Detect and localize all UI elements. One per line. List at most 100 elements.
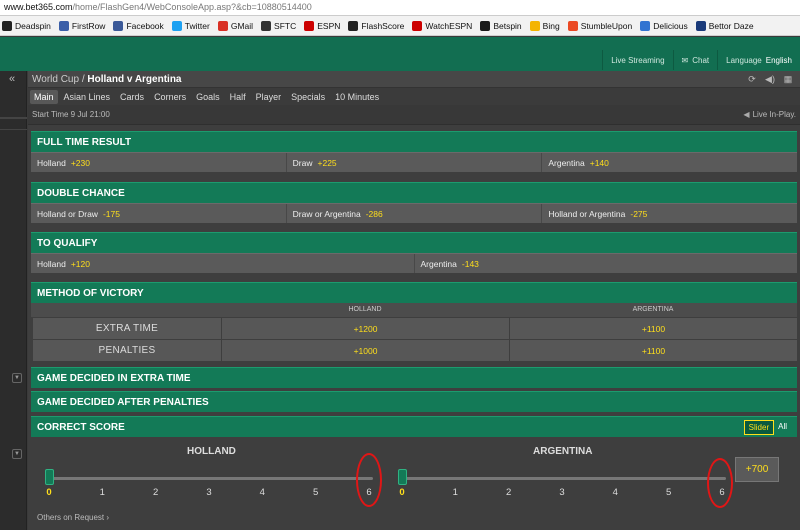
bookmark-favicon-icon: [261, 20, 272, 31]
correct-score-price-button[interactable]: +700: [735, 457, 779, 482]
tab-specials[interactable]: Specials: [287, 90, 329, 104]
selection-cell[interactable]: Holland +230: [31, 153, 287, 172]
live-streaming-link[interactable]: Live Streaming: [602, 50, 672, 70]
market-header[interactable]: TO QUALIFY: [31, 232, 797, 253]
bookmark-label: WatchESPN: [425, 20, 473, 31]
chat-icon: ✉: [681, 55, 689, 65]
bookmark-item[interactable]: Betspin: [480, 20, 522, 31]
tab-player[interactable]: Player: [252, 90, 286, 104]
bookmark-favicon-icon: [412, 20, 423, 31]
slider-track[interactable]: [398, 477, 726, 480]
selection-cell[interactable]: Holland or Argentina -275: [542, 204, 797, 223]
market-header[interactable]: DOUBLE CHANCE: [31, 182, 797, 203]
bookmark-item[interactable]: Deadspin: [2, 20, 51, 31]
market-tabs: Main Asian Lines Cards Corners Goals Half Play…: [28, 88, 800, 105]
tab-asian-lines[interactable]: Asian Lines: [60, 90, 115, 104]
slider-tick-label[interactable]: 4: [605, 487, 625, 498]
selection-cell[interactable]: Argentina +140: [542, 153, 797, 172]
slider-toggle[interactable]: Slider: [743, 419, 775, 435]
odds-holland[interactable]: +1000: [222, 340, 509, 361]
bookmark-favicon-icon: [58, 20, 69, 31]
slider-tick-label[interactable]: 3: [552, 487, 572, 498]
bookmark-item[interactable]: SFTC: [261, 20, 296, 31]
tab-corners[interactable]: Corners: [150, 90, 190, 104]
away-score-slider[interactable]: 0123456: [394, 469, 730, 499]
all-toggle[interactable]: All: [774, 420, 791, 435]
home-score-slider[interactable]: 0123456: [41, 469, 377, 499]
table-row: EXTRA TIME +1200 +1100: [31, 318, 797, 339]
slider-handle[interactable]: [398, 469, 407, 485]
bookmark-item[interactable]: Facebook: [113, 20, 164, 31]
selection-label: Argentina: [548, 157, 585, 168]
bookmark-item[interactable]: WatchESPN: [412, 20, 473, 31]
bookmark-label: GMail: [230, 20, 254, 31]
tab-cards[interactable]: Cards: [116, 90, 148, 104]
tab-10-minutes[interactable]: 10 Minutes: [331, 90, 383, 104]
sound-icon[interactable]: ◀): [762, 71, 778, 87]
slider-tick-label[interactable]: 0: [39, 487, 59, 498]
slider-tick-label[interactable]: 1: [445, 487, 465, 498]
bookmark-label: ESPN: [317, 20, 341, 31]
selection-cell[interactable]: Draw +225: [287, 153, 543, 172]
selection-odds: -143: [461, 258, 479, 269]
chevron-down-icon[interactable]: ▼: [12, 373, 22, 383]
odds-argentina[interactable]: +1100: [510, 318, 797, 339]
away-team-name: ARGENTINA: [533, 446, 593, 457]
annotation-circle: [707, 458, 733, 508]
bookmark-item[interactable]: Twitter: [171, 20, 210, 31]
event-title: World Cup / Holland v Argentina: [32, 73, 182, 85]
selection-cell[interactable]: Argentina -143: [415, 254, 798, 273]
odds-holland[interactable]: +1200: [222, 318, 509, 339]
tab-main[interactable]: Main: [30, 89, 58, 104]
bookmark-item[interactable]: StumbleUpon: [567, 20, 632, 31]
selection-cell[interactable]: Holland +120: [31, 254, 415, 273]
row-label: EXTRA TIME: [33, 318, 221, 339]
slider-tick-label[interactable]: 5: [306, 487, 326, 498]
address-bar[interactable]: www.bet365.com/home/FlashGen4/WebConsole…: [0, 0, 800, 16]
slider-tick-label[interactable]: 1: [92, 487, 112, 498]
slider-tick-label[interactable]: 5: [659, 487, 679, 498]
tab-goals[interactable]: Goals: [192, 90, 224, 104]
market-header[interactable]: METHOD OF VICTORY: [31, 282, 797, 303]
bookmark-item[interactable]: Bettor Daze: [695, 20, 754, 31]
selection-cell[interactable]: Holland or Draw -175: [31, 204, 287, 223]
stats-icon[interactable]: ▦: [780, 71, 796, 87]
main-panel: World Cup / Holland v Argentina ⟳ ◀) ▦ M…: [28, 71, 800, 530]
refresh-icon[interactable]: ⟳: [744, 71, 760, 87]
chat-link[interactable]: ✉ Chat: [672, 50, 718, 70]
selection-label: Holland or Draw: [37, 208, 98, 219]
odds-argentina[interactable]: +1100: [510, 340, 797, 361]
selection-cell[interactable]: Draw or Argentina -286: [287, 204, 543, 223]
bookmark-item[interactable]: FlashScore: [348, 20, 404, 31]
selection-odds: -286: [365, 208, 383, 219]
slider-tick-label[interactable]: 3: [199, 487, 219, 498]
slider-track[interactable]: [45, 477, 373, 480]
annotation-circle: [356, 453, 382, 507]
bookmark-item[interactable]: FirstRow: [58, 20, 105, 31]
slider-handle[interactable]: [45, 469, 54, 485]
slider-tick-label[interactable]: 4: [252, 487, 272, 498]
language-selector[interactable]: Language English: [717, 50, 800, 70]
collapse-icon[interactable]: «: [9, 73, 15, 85]
selection-odds: -275: [630, 208, 648, 219]
bookmark-label: Deadspin: [15, 20, 51, 31]
slider-tick-label[interactable]: 2: [146, 487, 166, 498]
market-header[interactable]: CORRECT SCORE Slider All: [31, 416, 797, 437]
market-header[interactable]: FULL TIME RESULT: [31, 131, 797, 152]
bookmark-item[interactable]: ESPN: [304, 20, 341, 31]
slider-tick-label[interactable]: 2: [499, 487, 519, 498]
correct-score-body: HOLLAND ARGENTINA 0123456 0123456 +700 O…: [31, 437, 797, 522]
market-header[interactable]: GAME DECIDED IN EXTRA TIME: [31, 367, 797, 388]
live-inplay-link[interactable]: ◀ Live In-Play.: [743, 110, 796, 119]
others-on-request-link[interactable]: Others on Request ›: [37, 513, 109, 522]
bookmark-item[interactable]: Bing: [529, 20, 560, 31]
bookmark-item[interactable]: Delicious: [640, 20, 688, 31]
sidebar-divider: [0, 129, 27, 130]
market-header[interactable]: GAME DECIDED AFTER PENALTIES: [31, 391, 797, 412]
tab-half[interactable]: Half: [226, 90, 250, 104]
selection-label: Holland or Argentina: [548, 208, 626, 219]
bookmark-item[interactable]: GMail: [217, 20, 254, 31]
chevron-down-icon[interactable]: ▼: [12, 449, 22, 459]
bookmark-label: Facebook: [126, 20, 164, 31]
slider-tick-label[interactable]: 0: [392, 487, 412, 498]
